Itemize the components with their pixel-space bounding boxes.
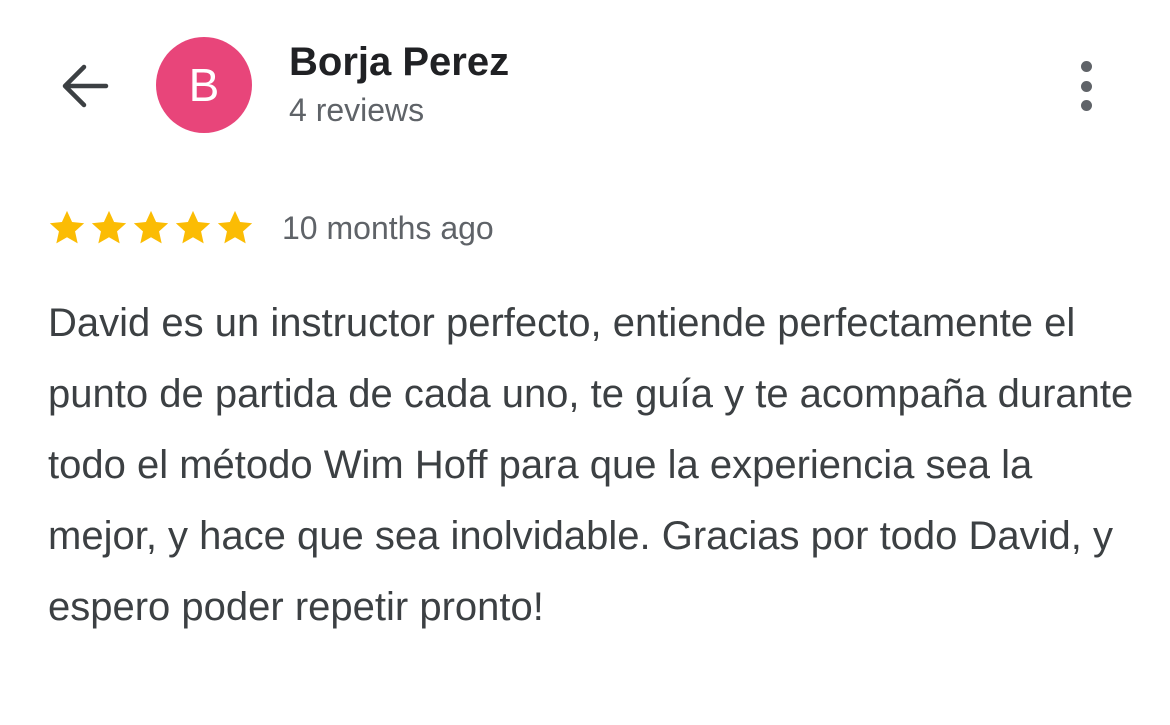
avatar-letter: B bbox=[188, 59, 220, 111]
review-header: B Borja Perez 4 reviews bbox=[0, 0, 1170, 170]
star-icon bbox=[217, 210, 253, 244]
arrow-back-icon bbox=[62, 64, 109, 108]
star-icon bbox=[49, 210, 85, 244]
reviewer-name[interactable]: Borja Perez bbox=[289, 40, 509, 85]
review-text: David es un instructor perfecto, entiend… bbox=[48, 301, 1134, 629]
more-vert-icon-dot bbox=[1080, 80, 1092, 92]
more-vert-icon bbox=[1080, 61, 1092, 72]
more-options-button[interactable] bbox=[1062, 56, 1110, 116]
avatar[interactable]: B bbox=[156, 37, 252, 133]
star-icon bbox=[91, 210, 127, 244]
more-vert-icon-dot bbox=[1080, 100, 1092, 111]
review-count: 4 reviews bbox=[289, 92, 425, 128]
rating-row: 10 months ago bbox=[46, 204, 494, 252]
star-icon bbox=[133, 210, 169, 244]
back-button[interactable] bbox=[54, 58, 114, 114]
star-icon bbox=[175, 210, 211, 244]
star-rating bbox=[46, 207, 256, 249]
review-timestamp: 10 months ago bbox=[282, 209, 494, 246]
